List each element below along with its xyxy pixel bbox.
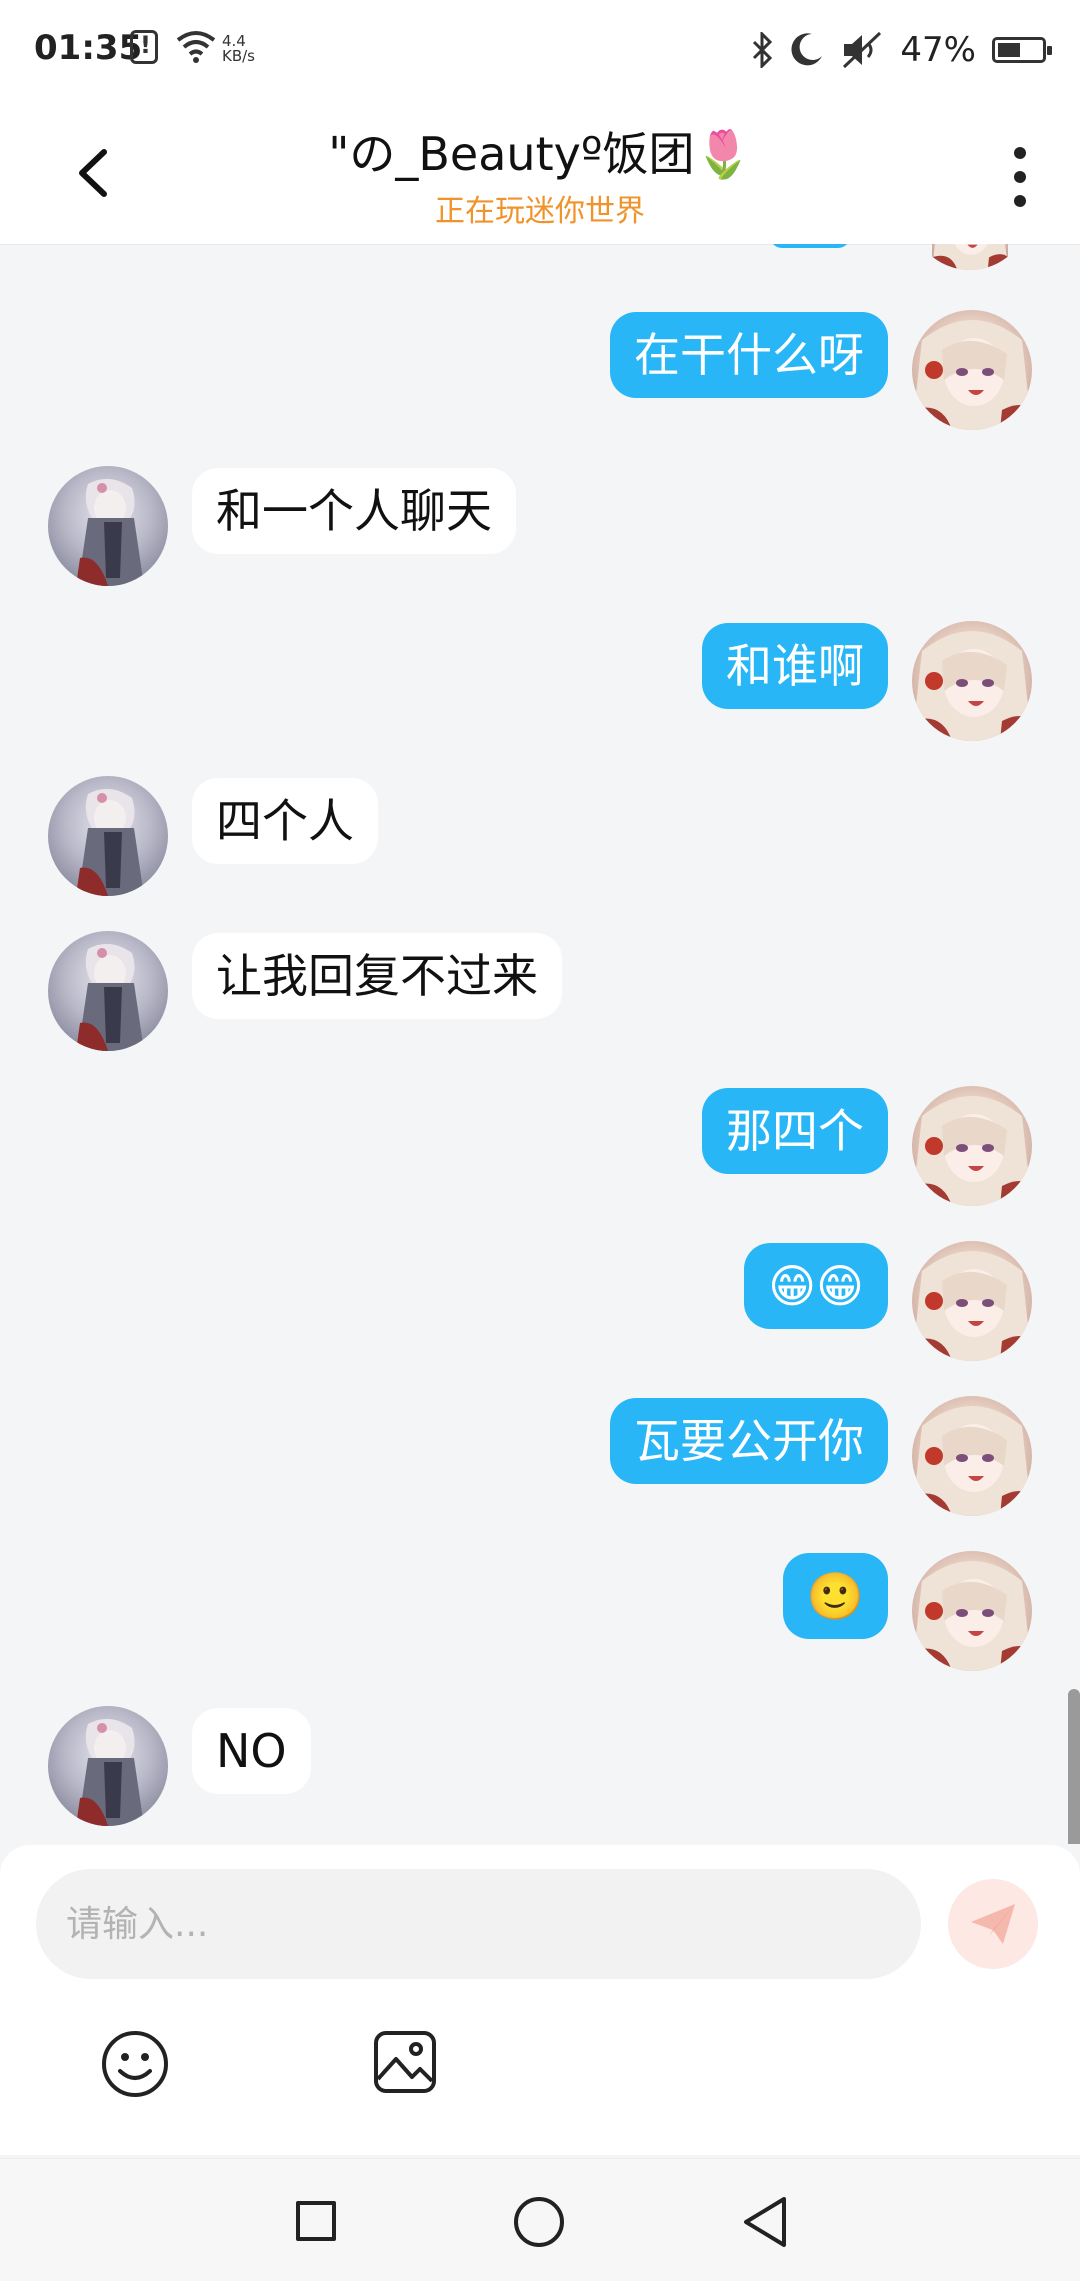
system-nav-bar bbox=[0, 2158, 1080, 2281]
message-bubble-out[interactable]: 在干什么呀 bbox=[610, 312, 888, 398]
network-speed-unit: KB/s bbox=[222, 47, 255, 65]
battery-percent: 47% bbox=[900, 30, 976, 70]
chat-header: "の_Beautyº饭团🌷 正在玩迷你世界 bbox=[0, 100, 1080, 245]
partial-bubble bbox=[770, 244, 850, 248]
avatar[interactable] bbox=[48, 1706, 168, 1826]
avatar bbox=[910, 244, 1030, 270]
avatar[interactable] bbox=[48, 931, 168, 1051]
scrollbar[interactable] bbox=[1068, 1689, 1080, 1844]
emoji-icon[interactable] bbox=[100, 2029, 170, 2099]
avatar[interactable] bbox=[48, 466, 168, 586]
avatar[interactable] bbox=[912, 1551, 1032, 1671]
status-time: 01:35 bbox=[34, 28, 143, 68]
recents-icon[interactable] bbox=[296, 2201, 336, 2241]
message-bubble-in[interactable]: 让我回复不过来 bbox=[192, 933, 562, 1019]
status-bar: 01:35 4.4 KB/s 47% bbox=[0, 0, 1080, 100]
back-icon[interactable] bbox=[740, 2195, 790, 2249]
message-bubble-out[interactable]: 瓦要公开你 bbox=[610, 1398, 888, 1484]
avatar[interactable] bbox=[912, 310, 1032, 430]
moon-icon bbox=[791, 33, 823, 66]
network-speed: 4.4 KB/s bbox=[222, 34, 255, 64]
composer bbox=[0, 1845, 1080, 2155]
wifi-icon bbox=[176, 31, 216, 63]
avatar[interactable] bbox=[48, 776, 168, 896]
image-icon[interactable] bbox=[372, 2029, 438, 2095]
message-bubble-out[interactable]: 和谁啊 bbox=[702, 623, 888, 709]
avatar[interactable] bbox=[912, 1086, 1032, 1206]
avatar[interactable] bbox=[912, 1241, 1032, 1361]
message-input[interactable] bbox=[36, 1869, 921, 1979]
chat-title: "の_Beautyº饭团🌷 bbox=[328, 127, 752, 181]
battery-icon bbox=[992, 37, 1052, 63]
message-bubble-out[interactable]: 那四个 bbox=[702, 1088, 888, 1174]
chat-subtitle: 正在玩迷你世界 bbox=[435, 194, 645, 229]
message-bubble-in[interactable]: 和一个人聊天 bbox=[192, 468, 516, 554]
home-icon[interactable] bbox=[514, 2197, 564, 2247]
message-list[interactable]: 在干什么呀 和一个人聊天 和谁啊 四个人 让我回复不过来 那四个 😁😁 瓦要公开… bbox=[0, 244, 1080, 1844]
mute-icon bbox=[843, 31, 882, 69]
chat-title-block: "の_Beautyº饭团🌷 正在玩迷你世界 bbox=[200, 118, 880, 230]
alert-icon bbox=[130, 30, 158, 64]
more-vertical-icon[interactable] bbox=[1000, 142, 1040, 212]
message-bubble-out[interactable]: 🙂 bbox=[782, 1553, 888, 1639]
message-bubble-in[interactable]: NO bbox=[192, 1708, 311, 1794]
message-bubble-out[interactable]: 😁😁 bbox=[744, 1243, 888, 1329]
avatar[interactable] bbox=[912, 621, 1032, 741]
bluetooth-icon bbox=[753, 32, 773, 68]
chevron-left-icon[interactable] bbox=[60, 138, 130, 208]
send-button[interactable] bbox=[948, 1879, 1038, 1969]
avatar[interactable] bbox=[912, 1396, 1032, 1516]
message-bubble-in[interactable]: 四个人 bbox=[192, 778, 378, 864]
send-icon bbox=[971, 1904, 1015, 1944]
